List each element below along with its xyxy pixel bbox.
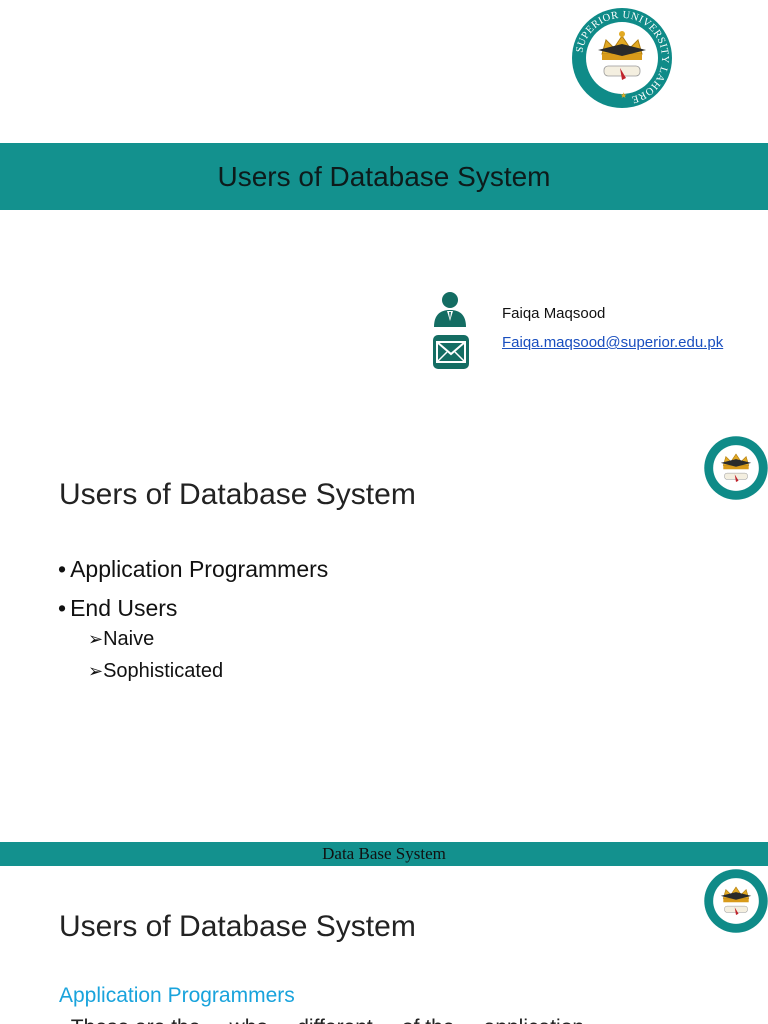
content-slide: Users of Database System Application Pro… bbox=[0, 420, 768, 866]
content-slide: Users of Database System Application Pro… bbox=[0, 866, 768, 1024]
author-email-link[interactable]: Faiqa.maqsood@superior.edu.pk bbox=[502, 334, 723, 351]
slide-heading: Users of Database System bbox=[59, 910, 416, 943]
person-icon bbox=[432, 291, 468, 332]
partial-bullet-line: • These are the ... who ... different ..… bbox=[58, 1016, 584, 1024]
author-name: Faiqa Maqsood bbox=[502, 305, 606, 322]
sub-bullet-list: Naive Sophisticated bbox=[88, 623, 223, 687]
slide-heading: Users of Database System bbox=[59, 478, 416, 511]
superior-university-seal-icon bbox=[703, 868, 768, 934]
superior-university-seal-icon: SUPERIOR UNIVERSITY LAHORE ★ bbox=[570, 6, 674, 110]
superior-university-seal-icon bbox=[703, 435, 768, 501]
footer-text: Data Base System bbox=[322, 844, 446, 863]
sub-bullet-item: Naive bbox=[88, 623, 223, 655]
slide-title: Users of Database System bbox=[217, 161, 551, 192]
svg-text:★: ★ bbox=[620, 91, 627, 100]
title-band: Users of Database System bbox=[0, 143, 768, 210]
section-subheading: Application Programmers bbox=[59, 984, 295, 1007]
title-slide: SUPERIOR UNIVERSITY LAHORE ★ Users of Da… bbox=[0, 0, 768, 420]
footer-band: Data Base System bbox=[0, 842, 768, 866]
envelope-icon bbox=[433, 335, 469, 374]
bullet-list: Application Programmers End Users bbox=[58, 550, 328, 628]
bullet-item: Application Programmers bbox=[58, 550, 328, 589]
sub-bullet-item: Sophisticated bbox=[88, 655, 223, 687]
